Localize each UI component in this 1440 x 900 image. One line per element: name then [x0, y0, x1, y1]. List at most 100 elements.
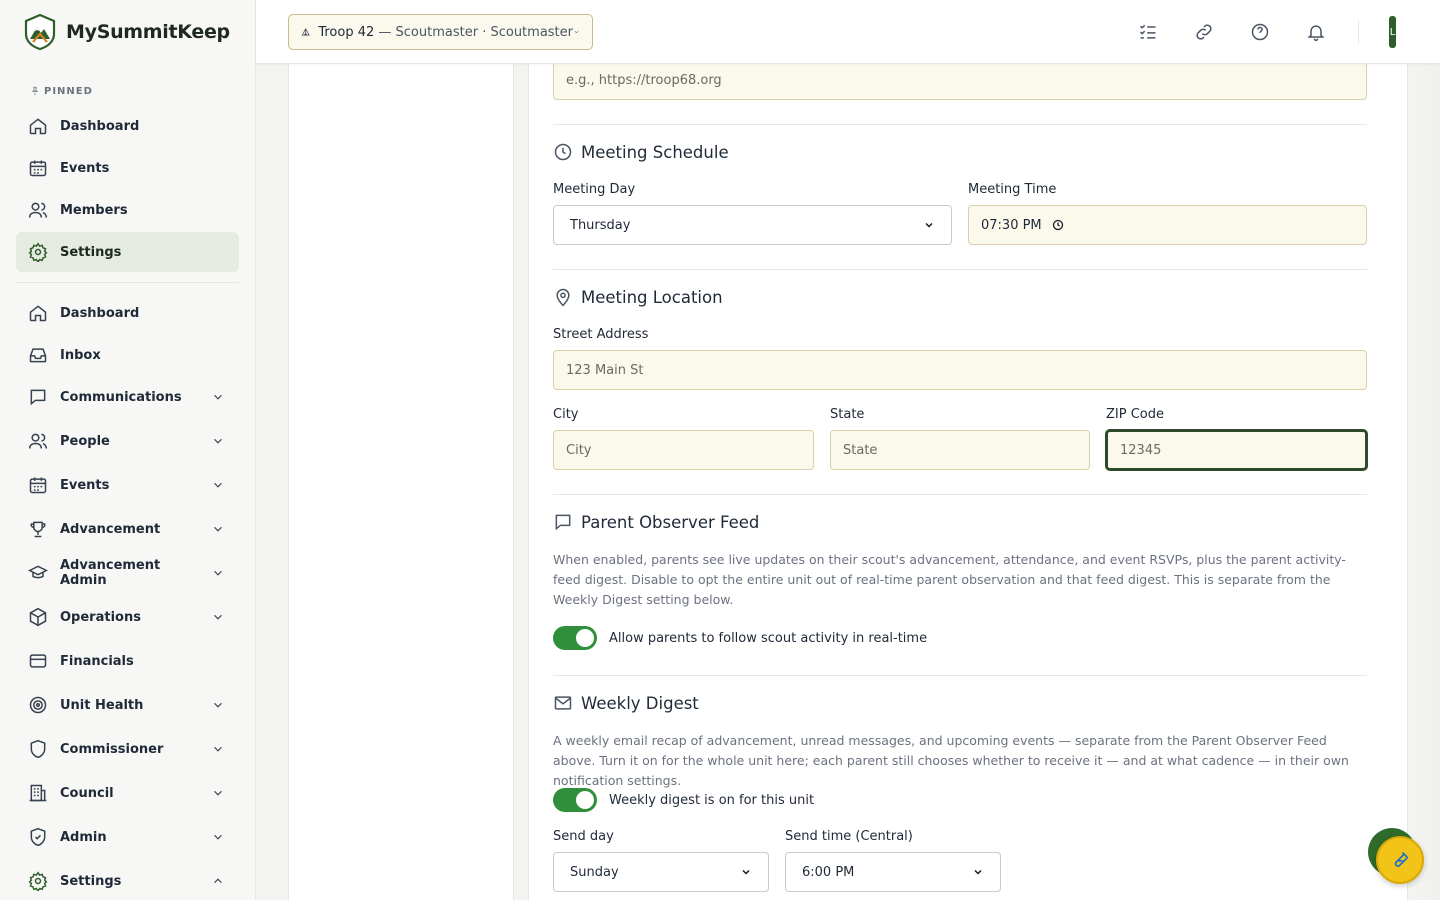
city-label: City: [553, 407, 579, 422]
scroll-shadow: [1408, 64, 1440, 900]
sidebar-item-advancement[interactable]: Advancement: [16, 507, 239, 551]
street-address-input[interactable]: 123 Main St: [553, 350, 1367, 390]
nav-label: People: [60, 433, 110, 449]
nav-label: Settings: [60, 873, 122, 889]
calendar-icon: [29, 477, 47, 494]
sidebar-item-inbox[interactable]: Inbox: [16, 335, 239, 375]
nav-label: Dashboard: [60, 118, 140, 134]
sidebar-item-admin[interactable]: Admin: [16, 815, 239, 859]
nav-label: Inbox: [60, 347, 101, 363]
section-divider: [553, 124, 1367, 125]
sidebar-item-commissioner[interactable]: Commissioner: [16, 727, 239, 771]
trophy-icon: [30, 521, 46, 538]
sidebar-item-events[interactable]: Events: [16, 463, 239, 507]
pinned-section-label: PINNED: [0, 84, 255, 98]
zip-code-input[interactable]: 12345: [1106, 430, 1367, 470]
section-divider: [553, 269, 1367, 270]
main-content: e.g., https://troop68.org Meeting Schedu…: [256, 64, 1440, 900]
section-divider: [553, 675, 1367, 676]
sidebar-item-communications[interactable]: Communications: [16, 375, 239, 419]
sidebar-item-advancement-admin[interactable]: Advancement Admin: [16, 551, 239, 595]
link-button[interactable]: [1192, 20, 1216, 44]
nav-label: Council: [60, 785, 114, 801]
help-button[interactable]: [1248, 20, 1272, 44]
meeting-time-input[interactable]: 07:30 PM: [968, 205, 1367, 245]
shield-check-icon: [30, 827, 46, 847]
nav-label: Dashboard: [60, 305, 140, 321]
meeting-day-select[interactable]: Thursday: [553, 205, 952, 245]
notifications-button[interactable]: [1304, 20, 1328, 44]
graduation-cap-icon: [28, 565, 48, 579]
nav-label: Unit Health: [60, 697, 144, 713]
weekly-digest-toggle-label: Weekly digest is on for this unit: [609, 792, 815, 808]
nav-label: Events: [60, 160, 110, 176]
sidebar-item-settings[interactable]: Settings: [16, 859, 239, 900]
chevron-down-icon: [214, 438, 222, 444]
avatar[interactable]: L: [1389, 16, 1396, 48]
chevron-down-icon: [214, 790, 222, 796]
sidebar-item-dashboard[interactable]: Dashboard: [16, 291, 239, 335]
weekly-digest-toggle[interactable]: [553, 788, 597, 812]
street-address-label: Street Address: [553, 327, 649, 342]
chevron-down-icon: [214, 702, 222, 708]
main-nav: Dashboard Inbox Communications People Ev…: [0, 291, 255, 900]
pinned-item-members[interactable]: Members: [16, 190, 239, 230]
shield-icon: [30, 739, 46, 759]
help-circle-icon: [1251, 23, 1269, 41]
state-label: State: [830, 407, 865, 422]
chevron-down-icon: [214, 614, 222, 620]
mountain-shield-logo-icon: [24, 14, 56, 50]
send-time-label: Send time (Central): [785, 829, 913, 844]
website-input[interactable]: e.g., https://troop68.org: [553, 64, 1367, 100]
pinned-nav: Dashboard Events Members Settings: [0, 106, 255, 272]
checklist-button[interactable]: [1136, 20, 1160, 44]
meeting-time-label: Meeting Time: [968, 182, 1057, 197]
sidebar-item-people[interactable]: People: [16, 419, 239, 463]
pinned-item-dashboard[interactable]: Dashboard: [16, 106, 239, 146]
sidebar-item-operations[interactable]: Operations: [16, 595, 239, 639]
pinned-item-settings[interactable]: Settings: [16, 232, 239, 272]
mail-icon: [554, 696, 572, 710]
sidebar-item-financials[interactable]: Financials: [16, 639, 239, 683]
meeting-location-heading: Meeting Location: [553, 287, 723, 307]
chevron-down-icon: [742, 869, 750, 875]
pin-icon: [31, 86, 39, 96]
tent-icon: [301, 28, 310, 36]
dev-tools-fab[interactable]: [1376, 836, 1424, 884]
send-day-select[interactable]: Sunday: [553, 852, 769, 892]
calendar-icon: [29, 160, 47, 177]
pinned-item-events[interactable]: Events: [16, 148, 239, 188]
chat-icon: [555, 514, 571, 531]
chevron-down-icon: [214, 570, 222, 576]
target-icon: [29, 696, 47, 714]
chevron-down-icon: [214, 482, 222, 488]
users-icon: [28, 202, 48, 218]
credit-card-icon: [29, 654, 47, 668]
weekly-digest-description: A weekly email recap of advancement, unr…: [553, 733, 1349, 788]
link-icon: [1196, 24, 1212, 40]
gear-icon: [28, 242, 48, 262]
parent-feed-toggle-label: Allow parents to follow scout activity i…: [609, 630, 928, 646]
checklist-icon: [1139, 24, 1156, 39]
nav-label: Settings: [60, 244, 122, 260]
gear-icon: [28, 871, 48, 891]
nav-label: Commissioner: [60, 741, 164, 757]
state-input[interactable]: State: [830, 430, 1090, 470]
send-time-select[interactable]: 6:00 PM: [785, 852, 1001, 892]
parent-feed-toggle-row: Allow parents to follow scout activity i…: [553, 626, 927, 650]
home-icon: [29, 118, 47, 135]
sidebar-item-council[interactable]: Council: [16, 771, 239, 815]
chevron-down-icon: [214, 526, 222, 532]
parent-feed-toggle[interactable]: [553, 626, 597, 650]
chevron-down-icon: [214, 394, 222, 400]
test-tube-icon: [1394, 851, 1409, 867]
building-icon: [29, 784, 47, 802]
sidebar: MySummitKeep PINNED Dashboard Events Mem…: [0, 0, 256, 900]
sidebar-item-unit-health[interactable]: Unit Health: [16, 683, 239, 727]
unit-role: — Scoutmaster · Scoutmaster: [374, 24, 573, 40]
package-icon: [29, 607, 47, 627]
brand[interactable]: MySummitKeep: [0, 0, 255, 64]
clock-icon: [554, 143, 572, 161]
city-input[interactable]: City: [553, 430, 814, 470]
unit-switcher[interactable]: Troop 42 — Scoutmaster · Scoutmaster: [288, 14, 593, 50]
